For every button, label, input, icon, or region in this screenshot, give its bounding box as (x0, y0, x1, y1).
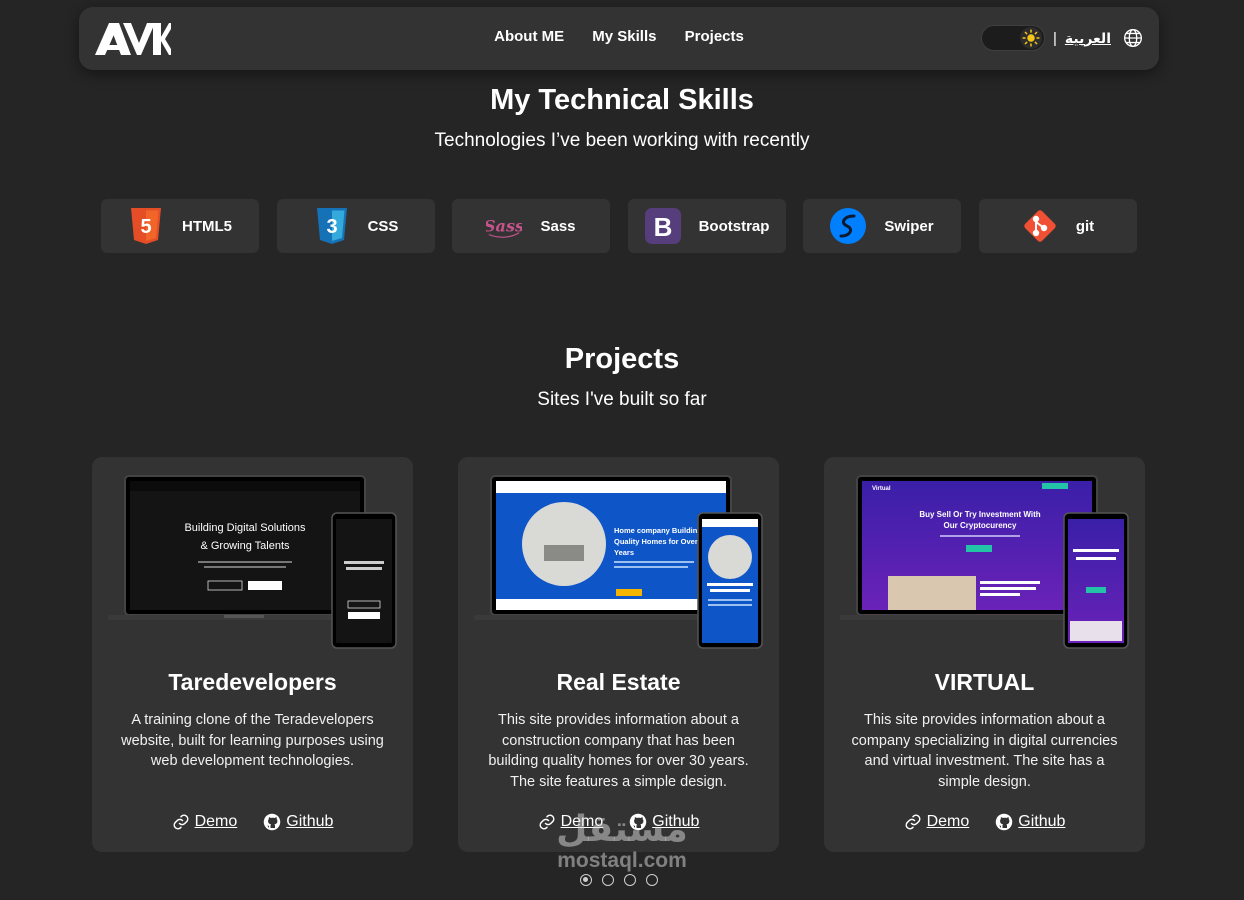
carousel-pagination (580, 874, 658, 886)
skill-bootstrap: B Bootstrap (628, 199, 786, 253)
demo-label: Demo (194, 813, 238, 830)
preview-headline-line1: Building Digital Solutions (184, 522, 306, 534)
preview-brand: Virtual (872, 486, 891, 492)
skill-css: 3 CSS (277, 199, 435, 253)
language-switch-link[interactable]: العربية (1065, 30, 1111, 47)
project-card-virtual: Virtual Buy Sell Or Try Investment With … (824, 457, 1145, 852)
nav-actions: | العربية (980, 24, 1143, 52)
preview-headline-line1: Home company Building (614, 526, 702, 535)
carousel-dot-1[interactable] (580, 874, 592, 886)
swiper-icon (830, 208, 867, 244)
preview-headline-line2: Quality Homes for Over 30 (614, 537, 708, 546)
svg-text:3: 3 (326, 216, 337, 238)
skills-subtitle: Technologies I’ve been working with rece… (434, 130, 810, 151)
preview-headline-line3: Years (614, 548, 634, 557)
globe-icon[interactable] (1123, 28, 1143, 48)
projects-title: Projects (564, 343, 680, 375)
skill-label: git (1075, 217, 1095, 235)
github-label: Github (1018, 813, 1066, 830)
link-icon (905, 814, 921, 830)
github-icon (264, 813, 281, 831)
project-title: Real Estate (556, 669, 681, 695)
demo-link[interactable]: Demo (172, 813, 238, 831)
project-card-real-estate: Home company Building Quality Homes for … (458, 457, 779, 852)
skill-label: Bootstrap (698, 217, 770, 235)
skill-label: CSS (367, 217, 399, 235)
preview-headline-line2: Our Cryptocurency (944, 521, 1017, 530)
sun-icon (1022, 29, 1040, 47)
project-description: This site provides information about a c… (851, 712, 1118, 790)
css3-icon: 3 (314, 208, 350, 244)
nav-separator: | (1052, 29, 1057, 47)
skills-list: 5 HTML5 3 CSS Sass Sass B (101, 199, 1137, 253)
bootstrap-icon: B (644, 208, 681, 244)
skill-label: HTML5 (182, 217, 232, 235)
project-title: VIRTUAL (934, 669, 1035, 695)
watermark-latin: mostaql.com (557, 849, 687, 872)
svg-text:B: B (653, 212, 672, 242)
mostaql-watermark: مستقل mostaql.com (546, 810, 698, 872)
preview-headline-line1: Buy Sell Or Try Investment With (919, 510, 1040, 519)
sass-icon: Sass (486, 208, 522, 244)
project-description: A training clone of the Teradevelopers w… (121, 712, 384, 769)
preview-headline-line2: & Growing Talents (200, 540, 290, 552)
skill-label: Swiper (884, 217, 934, 235)
demo-link[interactable]: Demo (904, 813, 970, 831)
svg-text:Sass: Sass (486, 217, 522, 236)
github-link[interactable]: Github (995, 813, 1065, 831)
theme-toggle-knob (1019, 27, 1042, 49)
demo-label: Demo (926, 813, 970, 830)
github-label: Github (286, 813, 334, 830)
project-links: Demo Github (92, 813, 413, 831)
project-preview-image: Virtual Buy Sell Or Try Investment With … (840, 475, 1129, 649)
carousel-dot-4[interactable] (646, 874, 658, 886)
github-icon (996, 813, 1013, 831)
project-title: Taredevelopers (168, 669, 337, 695)
git-icon (1022, 208, 1058, 244)
project-links: Demo Github (824, 813, 1145, 831)
skill-swiper: Swiper (803, 199, 961, 253)
skill-label: Sass (540, 217, 576, 235)
carousel-dot-3[interactable] (624, 874, 636, 886)
skill-git: git (979, 199, 1137, 253)
project-card-taredevelopers: Building Digital Solutions & Growing Tal… (92, 457, 413, 852)
projects-subtitle: Sites I've built so far (537, 389, 707, 410)
link-icon (173, 814, 189, 830)
project-description: This site provides information about a c… (488, 712, 749, 790)
carousel-dot-2[interactable] (602, 874, 614, 886)
skills-title: My Technical Skills (490, 84, 754, 116)
watermark-arabic: مستقل (556, 809, 688, 850)
project-preview-image: Home company Building Quality Homes for … (474, 475, 763, 649)
html5-icon: 5 (128, 208, 164, 244)
project-preview-image: Building Digital Solutions & Growing Tal… (108, 475, 397, 649)
nav-my-skills[interactable]: My Skills (592, 28, 656, 45)
svg-text:5: 5 (140, 216, 151, 238)
skill-html5: 5 HTML5 (101, 199, 259, 253)
nav-about-me[interactable]: About ME (494, 28, 564, 45)
navbar: About ME My Skills Projects | العربية (79, 7, 1159, 70)
theme-toggle[interactable] (980, 25, 1045, 51)
skill-sass: Sass Sass (452, 199, 610, 253)
github-link[interactable]: Github (263, 813, 333, 831)
nav-projects[interactable]: Projects (685, 28, 744, 45)
